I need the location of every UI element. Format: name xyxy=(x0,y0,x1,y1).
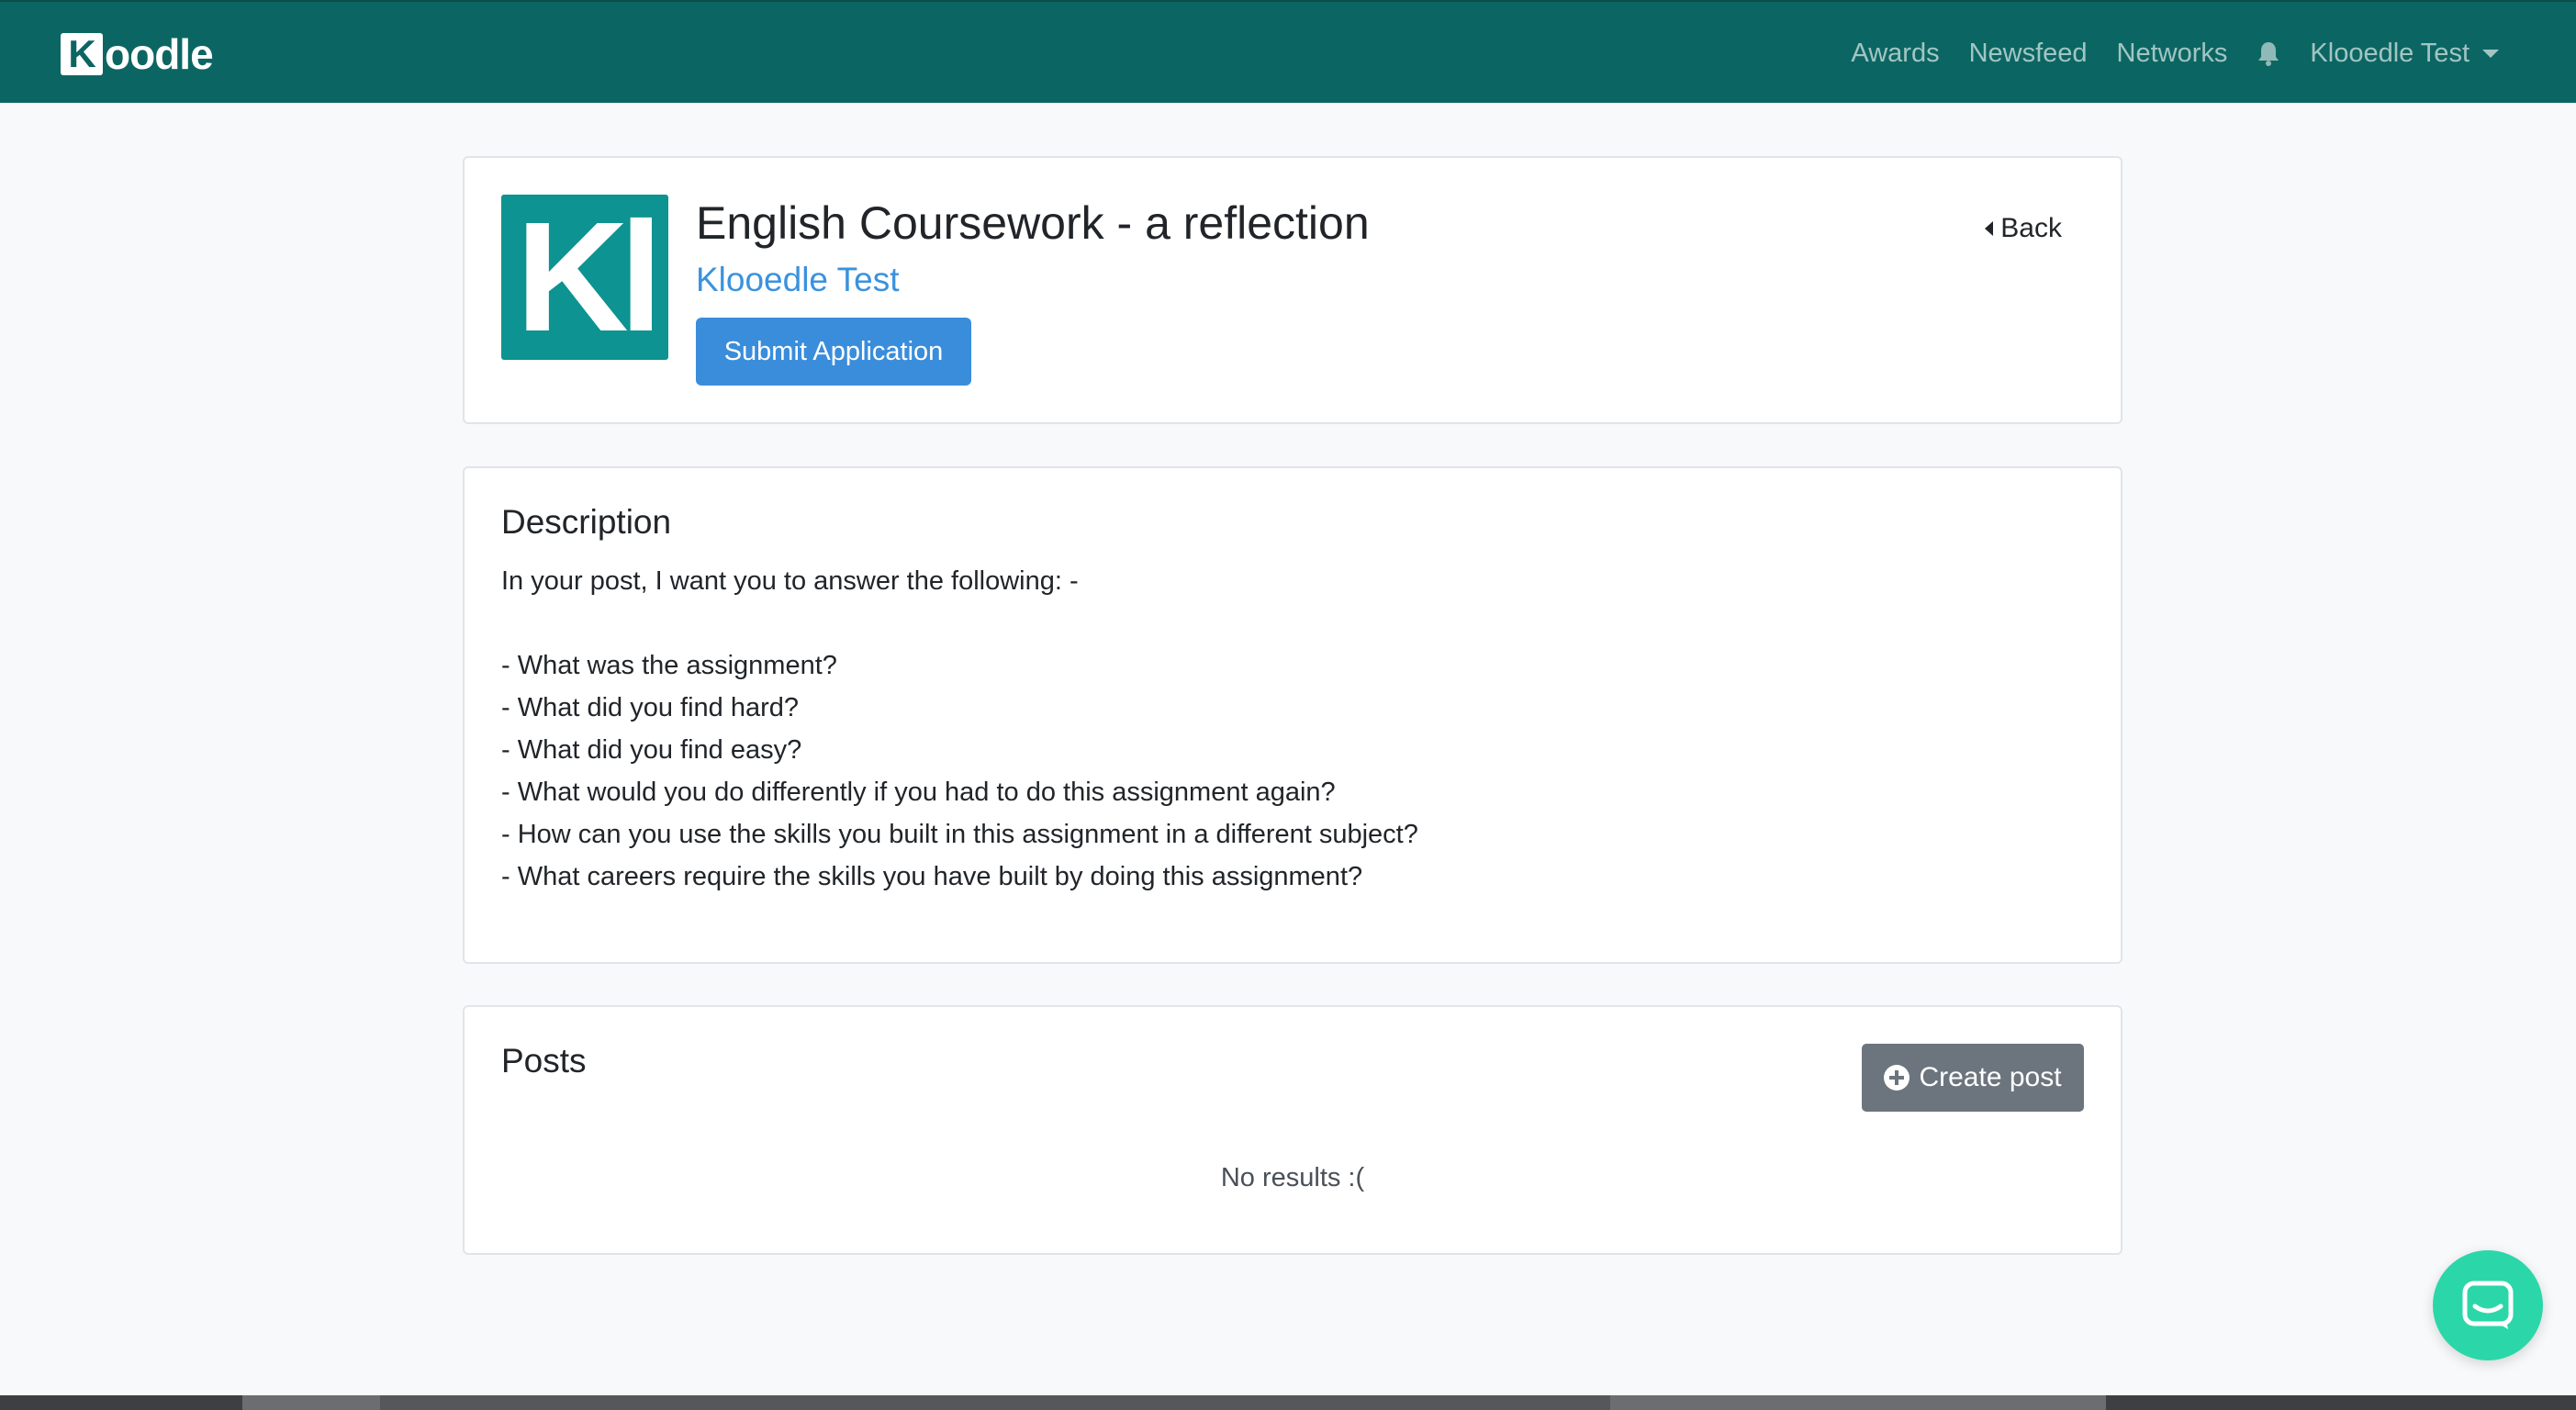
brand-logo[interactable]: K oodle xyxy=(61,30,214,78)
nav-link-newsfeed[interactable]: Newsfeed xyxy=(1969,39,2088,69)
description-title: Description xyxy=(501,503,672,541)
brand-logo-text: oodle xyxy=(105,30,214,78)
caret-left-icon xyxy=(1985,221,1994,236)
chat-launcher-button[interactable] xyxy=(2433,1250,2543,1360)
description-body: In your post, I want you to answer the f… xyxy=(501,566,1418,891)
create-post-button[interactable]: Create post xyxy=(1862,1044,2084,1112)
chevron-down-icon xyxy=(2482,50,2499,59)
taskbar-segment xyxy=(380,1395,1610,1410)
taskbar-segment xyxy=(1610,1395,2106,1410)
create-post-label: Create post xyxy=(1919,1062,2062,1092)
back-link-label: Back xyxy=(2000,213,2062,243)
back-link[interactable]: Back xyxy=(1985,213,2062,244)
submit-application-button[interactable]: Submit Application xyxy=(696,318,971,386)
plus-circle-icon xyxy=(1884,1065,1910,1091)
assignment-header-card: Kl English Coursework - a reflection Klo… xyxy=(463,156,2122,424)
description-card: Description In your post, I want you to … xyxy=(463,466,2122,964)
owner-link[interactable]: Klooedle Test xyxy=(696,261,899,299)
user-menu-label: Klooedle Test xyxy=(2310,38,2470,68)
bell-icon[interactable] xyxy=(2257,40,2280,66)
empty-state-text: No results :( xyxy=(1220,1163,1365,1192)
brand-logo-initial: K xyxy=(61,32,103,75)
posts-card: Posts Create post No results :( xyxy=(463,1005,2122,1255)
nav-link-awards[interactable]: Awards xyxy=(1851,39,1939,69)
chat-icon xyxy=(2462,1281,2514,1329)
assignment-logo-text: Kl xyxy=(516,195,663,360)
nav-links: Awards Newsfeed Networks Klooedle Test xyxy=(1851,2,2499,105)
taskbar-segment xyxy=(242,1395,380,1410)
posts-title: Posts xyxy=(501,1042,587,1080)
assignment-logo: Kl xyxy=(501,195,668,360)
page-title: English Coursework - a reflection xyxy=(696,197,1370,249)
top-navbar: K oodle Awards Newsfeed Networks Klooedl… xyxy=(0,0,2576,103)
nav-link-networks[interactable]: Networks xyxy=(2117,39,2228,69)
user-menu[interactable]: Klooedle Test xyxy=(2310,39,2499,69)
bottom-taskbar xyxy=(0,1395,2576,1410)
